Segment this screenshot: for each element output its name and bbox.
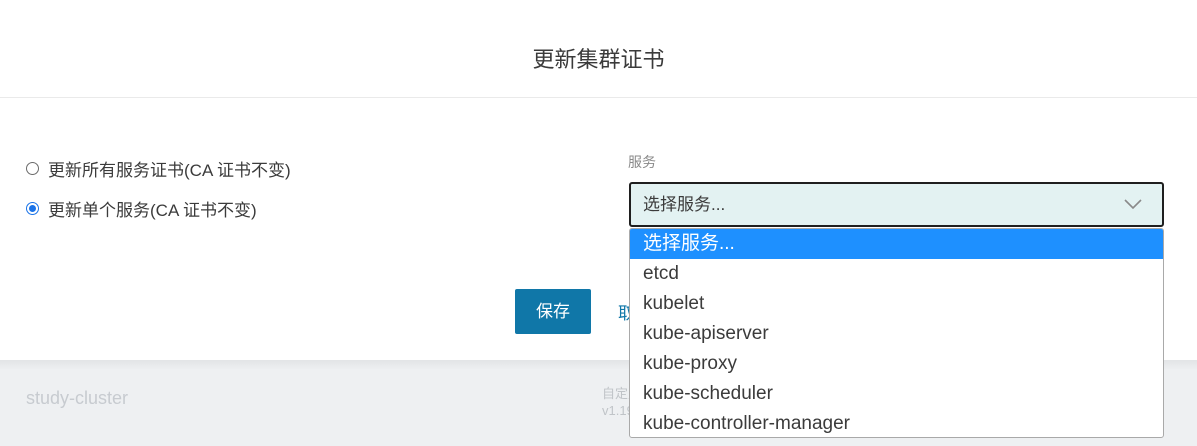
dropdown-option[interactable]: kube-controller-manager xyxy=(630,409,1163,437)
cancel-button[interactable]: 取消 xyxy=(618,299,629,324)
service-field-label: 服务 xyxy=(628,154,656,170)
radio-button-update-single[interactable] xyxy=(26,202,39,215)
save-button[interactable]: 保存 xyxy=(515,289,591,334)
footer-provider-text: 自定义 xyxy=(602,386,629,401)
dropdown-option[interactable]: etcd xyxy=(630,259,1163,289)
dropdown-option[interactable]: kube-scheduler xyxy=(630,379,1163,409)
radio-option-update-all[interactable]: 更新所有服务证书(CA 证书不变) xyxy=(26,156,291,181)
dropdown-option[interactable]: kube-apiserver xyxy=(630,319,1163,349)
footer-version-text: v1.19 xyxy=(602,403,629,418)
cluster-name[interactable]: study-cluster xyxy=(26,388,128,409)
modal-title: 更新集群证书 xyxy=(0,0,1197,98)
radio-button-update-all[interactable] xyxy=(26,162,39,175)
service-select-value: 选择服务... xyxy=(643,195,726,214)
dropdown-option[interactable]: kubelet xyxy=(630,289,1163,319)
radio-label-update-all: 更新所有服务证书(CA 证书不变) xyxy=(48,161,291,180)
chevron-down-icon xyxy=(1124,199,1142,210)
service-select[interactable]: 选择服务... xyxy=(629,182,1164,227)
radio-label-update-single: 更新单个服务(CA 证书不变) xyxy=(48,201,257,220)
dropdown-option[interactable]: 选择服务... xyxy=(630,229,1163,259)
service-dropdown-list: 选择服务... etcd kubelet kube-apiserver kube… xyxy=(629,228,1164,438)
radio-option-update-single[interactable]: 更新单个服务(CA 证书不变) xyxy=(26,196,257,221)
dropdown-option[interactable]: kube-proxy xyxy=(630,349,1163,379)
